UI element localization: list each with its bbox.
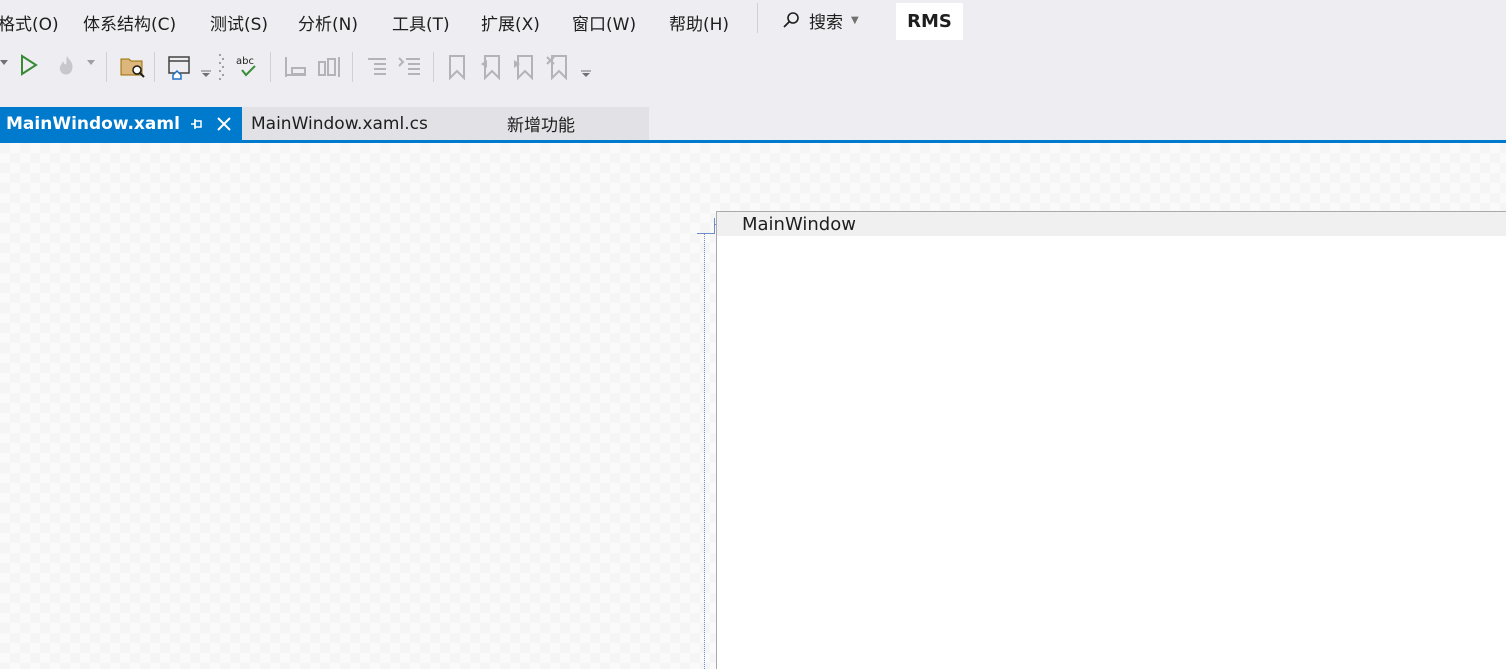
bookmark-icon[interactable] bbox=[446, 54, 468, 80]
start-debug-icon[interactable] bbox=[20, 54, 38, 76]
tab-mainwindow-xaml[interactable]: MainWindow.xaml bbox=[0, 107, 242, 140]
menu-bar: 格式(O) 体系结构(C) 测试(S) 分析(N) 工具(T) 扩展(X) 窗口… bbox=[0, 0, 1506, 42]
comment-icon[interactable] bbox=[366, 54, 392, 80]
tab-label: MainWindow.xaml.cs bbox=[251, 113, 428, 134]
hot-reload-icon[interactable] bbox=[55, 54, 79, 78]
bookmark-clear-icon[interactable] bbox=[546, 54, 570, 80]
document-tabs: MainWindow.xaml.cs 新增功能 MainWindow.xaml bbox=[0, 107, 1506, 140]
tab-label: MainWindow.xaml bbox=[6, 113, 180, 134]
menu-tools[interactable]: 工具(T) bbox=[392, 10, 450, 35]
uncomment-icon[interactable] bbox=[397, 54, 423, 80]
menu-help[interactable]: 帮助(H) bbox=[669, 10, 729, 35]
toolbar-separator bbox=[433, 52, 434, 82]
toolbar: abc bbox=[0, 46, 1506, 90]
format-left-icon[interactable] bbox=[283, 54, 309, 80]
menu-window[interactable]: 窗口(W) bbox=[572, 10, 636, 35]
bookmark-prev-icon[interactable] bbox=[479, 54, 503, 80]
menu-test[interactable]: 测试(S) bbox=[210, 10, 268, 35]
menu-analyze[interactable]: 分析(N) bbox=[298, 10, 358, 35]
vertical-ruler[interactable] bbox=[704, 234, 705, 669]
menu-format[interactable]: 格式(O) bbox=[0, 10, 59, 35]
grip-icon bbox=[219, 54, 225, 82]
search-icon bbox=[783, 11, 799, 28]
format-right-icon[interactable] bbox=[316, 54, 342, 80]
xaml-home-icon[interactable] bbox=[167, 54, 193, 80]
menu-extensions[interactable]: 扩展(X) bbox=[481, 10, 540, 35]
solution-name-badge[interactable]: RMS bbox=[896, 3, 963, 40]
find-in-files-icon[interactable] bbox=[120, 54, 146, 80]
tab-mainwindow-xaml-cs[interactable]: MainWindow.xaml.cs bbox=[242, 107, 649, 140]
menu-architecture[interactable]: 体系结构(C) bbox=[83, 10, 176, 35]
spell-check-icon[interactable]: abc bbox=[235, 54, 261, 80]
search-label: 搜索 bbox=[809, 13, 843, 33]
dropdown-arrow-icon[interactable] bbox=[0, 60, 8, 66]
bookmark-next-icon[interactable] bbox=[512, 54, 536, 80]
toolbar-overflow-icon[interactable] bbox=[581, 70, 591, 78]
search-button[interactable]: 搜索 ▼ bbox=[781, 8, 859, 33]
toolbar-separator bbox=[154, 52, 155, 82]
xaml-home-dropdown-icon[interactable] bbox=[201, 70, 211, 78]
ruler-corner bbox=[697, 233, 715, 234]
hot-reload-dropdown-icon[interactable] bbox=[87, 60, 95, 66]
tab-whats-new[interactable]: 新增功能 bbox=[507, 107, 575, 140]
tab-label: 新增功能 bbox=[507, 116, 575, 136]
menu-separator bbox=[757, 3, 758, 33]
designer-window-preview[interactable]: MainWindow bbox=[716, 211, 1506, 669]
chevron-down-icon: ▼ bbox=[851, 15, 859, 26]
ruler-corner bbox=[714, 218, 715, 234]
window-title: MainWindow bbox=[742, 214, 856, 235]
close-icon[interactable] bbox=[217, 116, 231, 136]
pin-icon[interactable] bbox=[190, 116, 204, 136]
toolbar-separator bbox=[270, 52, 271, 82]
svg-text:abc: abc bbox=[236, 56, 254, 67]
toolbar-separator bbox=[106, 52, 107, 82]
toolbar-separator bbox=[352, 52, 353, 82]
window-titlebar: MainWindow bbox=[717, 212, 1506, 236]
